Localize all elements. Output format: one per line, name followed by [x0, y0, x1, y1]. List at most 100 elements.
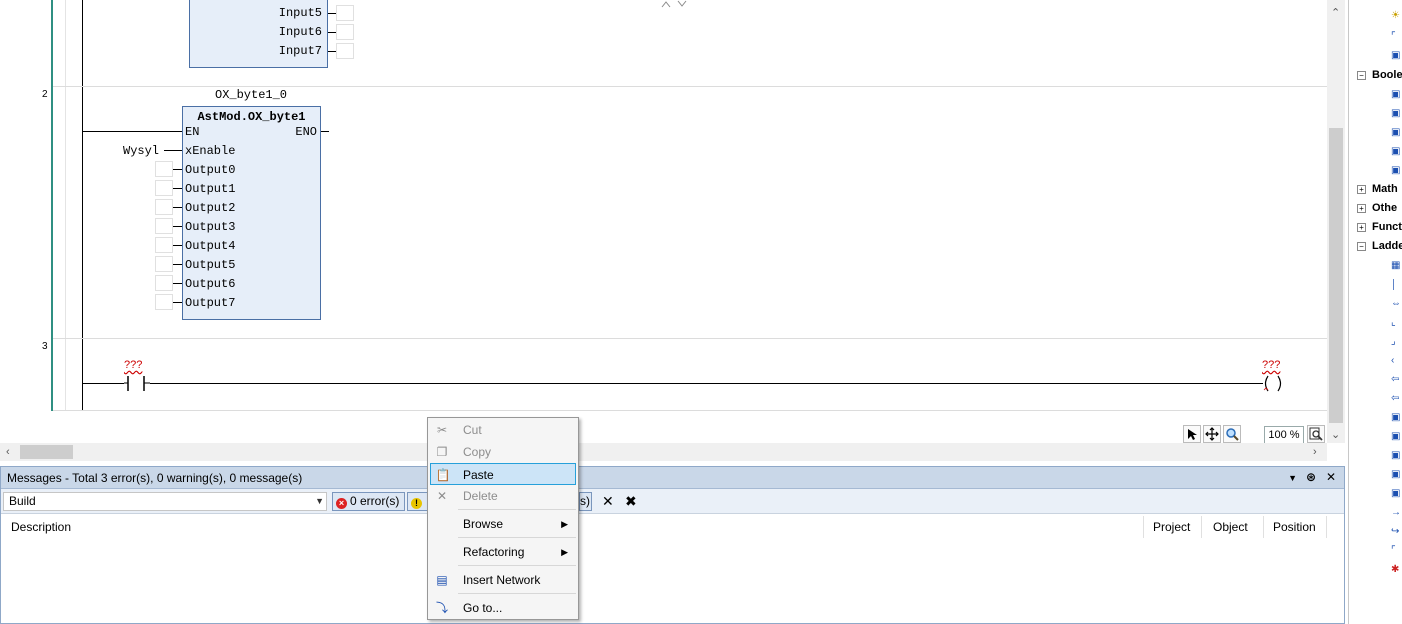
toolbox-item-icon[interactable]: ⇦: [1391, 393, 1402, 404]
scroll-down-icon[interactable]: ⌄: [1331, 428, 1340, 442]
column-separator[interactable]: [1201, 516, 1202, 538]
collapse-marker-icon[interactable]: [660, 0, 688, 8]
horizontal-scroll-thumb[interactable]: [20, 445, 73, 459]
toolbox-category-math[interactable]: + Math: [1357, 183, 1398, 195]
toolbox-item-icon[interactable]: ▦: [1391, 260, 1402, 271]
network-number[interactable]: 3: [42, 341, 48, 352]
column-description[interactable]: Description: [11, 520, 71, 534]
toolbox-category-other[interactable]: + Othe: [1357, 202, 1397, 214]
output-value-box[interactable]: [155, 294, 173, 310]
output-value-box[interactable]: [155, 161, 173, 177]
menu-item-goto[interactable]: ⤵ Go to...: [430, 597, 576, 619]
toolbox-item-icon[interactable]: ▣: [1391, 469, 1402, 480]
toolbox-item-icon[interactable]: ⌜: [1391, 545, 1402, 556]
scroll-right-icon[interactable]: ›: [1313, 445, 1317, 459]
errors-filter-button[interactable]: × 0 error(s): [332, 492, 405, 511]
pan-tool-button[interactable]: [1203, 425, 1221, 443]
coil-icon[interactable]: [1260, 375, 1286, 392]
output-value-box[interactable]: [155, 218, 173, 234]
context-menu: ✂ Cut ❐ Copy 📋 Paste ✕ Delete Browse ▶ R…: [427, 417, 579, 620]
output-value-box[interactable]: [155, 275, 173, 291]
scroll-up-icon[interactable]: ⌃: [1331, 6, 1340, 20]
close-icon[interactable]: ✕: [1326, 470, 1336, 484]
enable-variable[interactable]: Wysyl: [123, 144, 159, 158]
menu-item-insert-network[interactable]: ▤ Insert Network: [430, 569, 576, 591]
output-wire: [173, 283, 182, 284]
toolbox-item-icon[interactable]: →: [1391, 507, 1402, 518]
pin-icon[interactable]: ⊛: [1306, 470, 1316, 484]
clear-all-icon[interactable]: ✖: [625, 494, 637, 508]
toolbox-category-function[interactable]: + Funct: [1357, 221, 1402, 233]
scroll-left-icon[interactable]: ‹: [6, 445, 10, 459]
network-number[interactable]: 2: [42, 89, 48, 100]
toolbox-item-icon[interactable]: ✱: [1391, 564, 1402, 575]
menu-item-cut[interactable]: ✂ Cut: [430, 419, 576, 441]
pin-value-box[interactable]: [336, 5, 354, 21]
toolbox-category-ladder[interactable]: − Ladde: [1357, 240, 1402, 252]
messages-title: Messages - Total 3 error(s), 0 warning(s…: [7, 471, 303, 485]
power-rail: [82, 0, 83, 411]
column-separator[interactable]: [1143, 516, 1144, 538]
toolbox-item-icon[interactable]: ▣: [1391, 50, 1402, 61]
column-separator[interactable]: [1326, 516, 1327, 538]
output-value-box[interactable]: [155, 237, 173, 253]
toolbox-item-icon[interactable]: │: [1391, 279, 1402, 290]
toolbox-item-icon[interactable]: ▣: [1391, 431, 1402, 442]
function-block-top[interactable]: Input5 Input6 Input7: [189, 0, 328, 68]
output-value-box[interactable]: [155, 256, 173, 272]
coil-variable-label[interactable]: ???: [1262, 359, 1280, 371]
contact-icon[interactable]: [124, 375, 150, 392]
toolbox-item-icon[interactable]: ▣: [1391, 127, 1402, 138]
menu-item-browse[interactable]: Browse ▶: [430, 513, 576, 535]
menu-item-refactoring[interactable]: Refactoring ▶: [430, 541, 576, 563]
menu-item-copy[interactable]: ❐ Copy: [430, 441, 576, 463]
column-separator[interactable]: [1263, 516, 1264, 538]
pin-value-box[interactable]: [336, 43, 354, 59]
toolbox-item-icon[interactable]: ▣: [1391, 165, 1402, 176]
pin-value-box[interactable]: [336, 24, 354, 40]
ladder-editor[interactable]: 2 3 Input5 Input6 Input7 OX_byte1_0 AstM…: [0, 0, 1345, 462]
contact-variable-label[interactable]: ???: [124, 359, 142, 371]
menu-item-paste[interactable]: 📋 Paste: [430, 463, 576, 485]
toolbox-category-boolean[interactable]: − Boole: [1357, 69, 1402, 81]
zoom-level[interactable]: 100 %: [1264, 426, 1304, 443]
toolbox-item-icon[interactable]: ▣: [1391, 488, 1402, 499]
toolbox-item-icon[interactable]: ☀: [1391, 10, 1402, 21]
vertical-scroll-thumb[interactable]: [1329, 128, 1343, 423]
messages-filter-button[interactable]: s): [579, 492, 592, 511]
toolbox-item-icon[interactable]: ⇔: [1391, 298, 1402, 309]
column-project[interactable]: Project: [1153, 520, 1190, 534]
output-wire: [173, 245, 182, 246]
pin-output1: Output1: [185, 182, 236, 196]
clear-icon[interactable]: ✕: [602, 494, 614, 508]
toolbox-item-icon[interactable]: ⌟: [1391, 336, 1402, 347]
warnings-filter-button[interactable]: !: [407, 492, 429, 511]
function-block-ox-byte1[interactable]: AstMod.OX_byte1 EN ENO xEnable Output0 O…: [182, 106, 321, 320]
horizontal-scrollbar[interactable]: ‹ ›: [0, 443, 1327, 461]
toolbox-item-icon[interactable]: ▣: [1391, 89, 1402, 100]
message-category-select[interactable]: Build ▼: [3, 492, 327, 511]
zoom-options-button[interactable]: [1307, 425, 1325, 443]
toolbox-item-icon[interactable]: ⇦: [1391, 374, 1402, 385]
toolbox-item-icon[interactable]: ▣: [1391, 146, 1402, 157]
chevron-down-icon[interactable]: ▼: [315, 493, 324, 510]
eno-wire: [321, 131, 329, 132]
column-position[interactable]: Position: [1273, 520, 1316, 534]
select-tool-button[interactable]: [1183, 425, 1201, 443]
panel-menu-icon[interactable]: ▼: [1288, 473, 1297, 483]
fb-instance-name[interactable]: OX_byte1_0: [215, 88, 287, 102]
toolbox-item-icon[interactable]: ⌞: [1391, 317, 1402, 328]
zoom-tool-button[interactable]: [1223, 425, 1241, 443]
toolbox-item-icon[interactable]: ↪: [1391, 526, 1402, 537]
output-value-box[interactable]: [155, 180, 173, 196]
toolbox-item-icon[interactable]: ▣: [1391, 450, 1402, 461]
toolbox-item-icon[interactable]: ▣: [1391, 412, 1402, 423]
toolbox-item-icon[interactable]: ▣: [1391, 108, 1402, 119]
vertical-scrollbar[interactable]: ⌃ ⌄: [1327, 0, 1345, 443]
editor-canvas[interactable]: 2 3 Input5 Input6 Input7 OX_byte1_0 AstM…: [0, 0, 1327, 443]
toolbox-item-icon[interactable]: ‹: [1391, 355, 1402, 366]
column-object[interactable]: Object: [1213, 520, 1248, 534]
menu-item-delete[interactable]: ✕ Delete: [430, 485, 576, 507]
output-value-box[interactable]: [155, 199, 173, 215]
toolbox-item-icon[interactable]: ⌜: [1391, 31, 1402, 42]
